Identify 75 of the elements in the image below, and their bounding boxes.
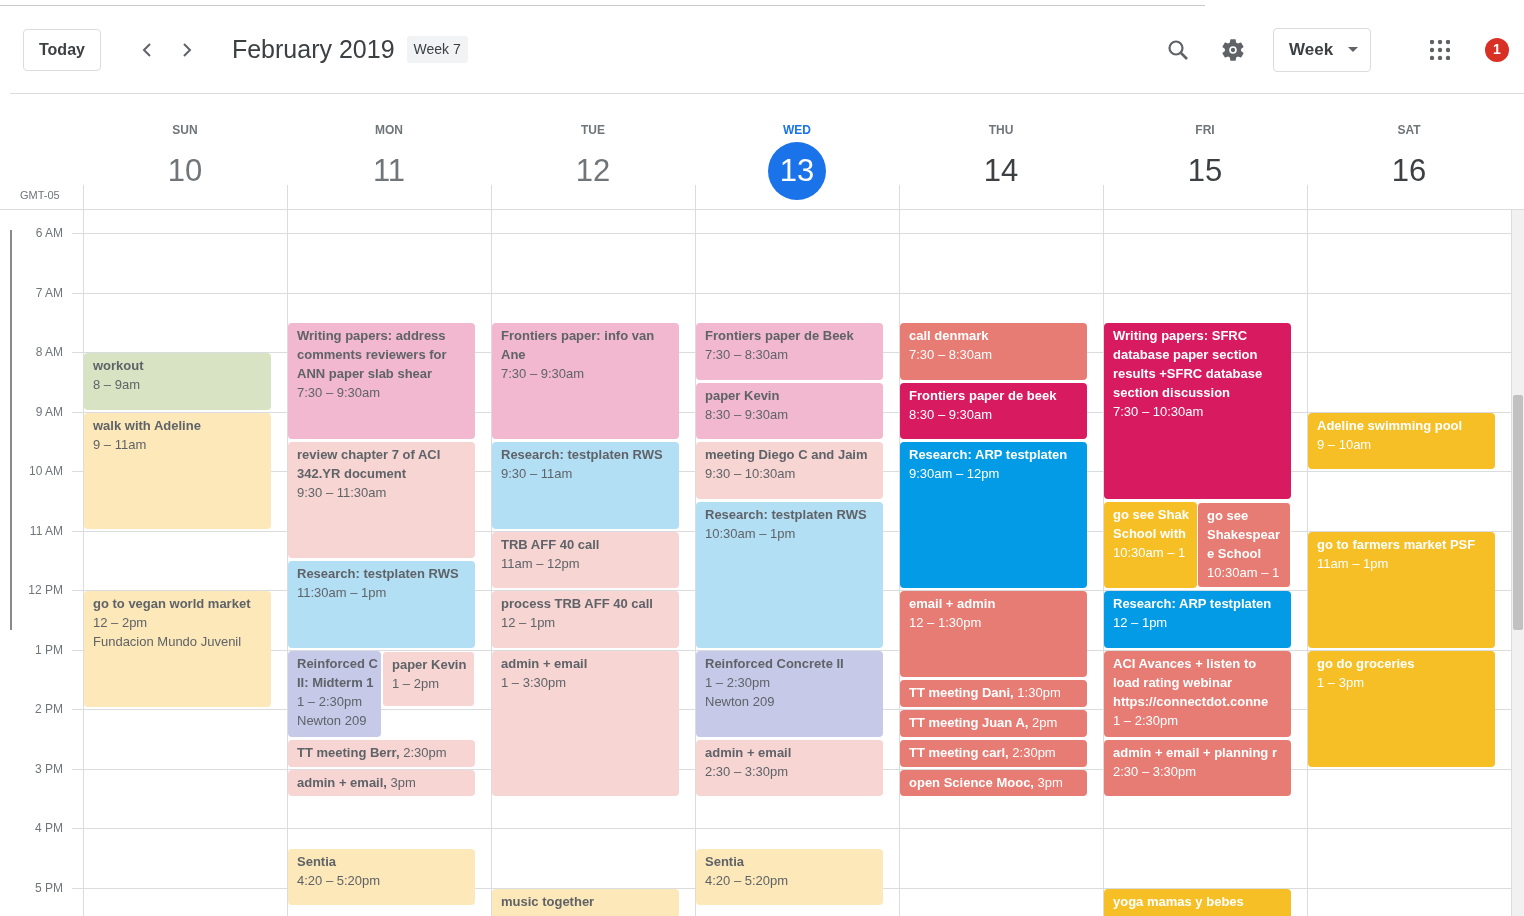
calendar-event[interactable]: paper Kevin 1 – 2pm [382, 650, 475, 707]
month-title: February 2019 [231, 33, 395, 65]
hour-label: 11 AM [29, 522, 63, 539]
weekday-label: TUE [581, 122, 605, 139]
calendar-event[interactable]: open Science Mooc, 3pm [900, 769, 1087, 797]
calendar-event[interactable]: admin + email, 3pm [288, 769, 475, 797]
calendar-event[interactable]: go see Shakespear e School 10:30am – 1 [1197, 501, 1291, 588]
hour-label: 5 PM [35, 879, 63, 896]
calendar-event[interactable]: Reinforced C II: Midterm 1 1 – 2:30pm Newton 209 [288, 650, 381, 737]
calendar-event[interactable]: admin + email + planning r 2:30 – 3:30pm [1104, 739, 1291, 797]
view-selector[interactable]: Week [1273, 27, 1371, 72]
calendar-event[interactable]: Frontiers paper de beek 8:30 – 9:30am [900, 382, 1087, 440]
hour-label: 6 AM [35, 225, 63, 241]
calendar-event[interactable]: Research: testplaten RWS 11:30am – 1pm [288, 561, 475, 648]
chevron-left-icon [141, 41, 152, 58]
day-number[interactable]: 15 [1176, 142, 1234, 200]
calendar-event[interactable]: email + admin 12 – 1:30pm [900, 591, 1087, 678]
calendar-event[interactable]: call denmark 7:30 – 8:30am [900, 323, 1087, 380]
weekday-label: MON [375, 122, 403, 139]
calendar-event[interactable]: workout 8 – 9am [84, 353, 271, 410]
hour-label: 7 AM [35, 284, 63, 301]
day-number[interactable]: 10 [156, 142, 214, 200]
calendar-event[interactable]: ACI Avances + listen to load rating webinar https://connectdot.conne 1 – 2:30pm [1104, 650, 1291, 737]
settings-icon [1220, 36, 1246, 63]
weekday-label: SUN [172, 122, 198, 139]
timezone-label: GMT-05 [20, 187, 61, 203]
day-number[interactable]: 13 [768, 142, 826, 200]
calendar-event[interactable]: Research: ARP testplaten 9:30am – 12pm [900, 442, 1087, 588]
calendar-event[interactable]: admin + email 2:30 – 3:30pm [696, 739, 883, 797]
hour-label: 8 AM [35, 344, 63, 360]
calendar-event[interactable]: Frontiers paper: info van Ane 7:30 – 9:30am [492, 323, 679, 440]
week-number-badge: Week 7 [406, 36, 468, 63]
day-number[interactable]: 11 [360, 142, 418, 200]
hour-label: 10 AM [28, 463, 63, 479]
calendar-event[interactable]: meeting Diego C and Jaim 9:30 – 10:30am [696, 442, 883, 499]
calendar-event[interactable]: process TRB AFF 40 call 12 – 1pm [492, 591, 679, 648]
calendar-event[interactable]: Sentia 4:20 – 5:20pm [696, 848, 883, 906]
hour-label: 12 PM [28, 582, 63, 598]
weekday-label: SAT [1397, 122, 1421, 139]
calendar-event[interactable]: TT meeting Dani, 1:30pm [900, 680, 1087, 707]
chevron-right-icon [181, 41, 192, 58]
hour-label: 9 AM [35, 403, 63, 420]
calendar-event[interactable]: admin + email 1 – 3:30pm [492, 650, 679, 797]
calendar-event[interactable]: Research: testplaten RWS 9:30 – 11am [492, 442, 679, 529]
calendar-event[interactable]: TT meeting carl, 2:30pm [900, 739, 1087, 767]
calendar-event[interactable]: music together [492, 888, 679, 916]
calendar-event[interactable]: go to vegan world market 12 – 2pm Fundacion Mundo Juvenil [84, 591, 271, 707]
day-number[interactable]: 14 [972, 142, 1030, 200]
weekday-label: FRI [1195, 122, 1215, 139]
hour-label: 3 PM [35, 760, 63, 777]
hour-label: 1 PM [35, 641, 63, 658]
calendar-event[interactable]: Research: testplaten RWS 10:30am – 1pm [696, 501, 883, 648]
calendar-event[interactable]: TRB AFF 40 call 11am – 12pm [492, 531, 679, 588]
notification-badge[interactable]: 1 [1485, 37, 1509, 62]
weekday-label: THU [988, 122, 1014, 139]
calendar-event[interactable]: Research: ARP testplaten 12 – 1pm [1104, 591, 1291, 648]
calendar-event[interactable]: review chapter 7 of ACI 342.YR document 9:30 – 11:30am [288, 442, 475, 559]
calendar-event[interactable]: Writing papers: SFRC database paper section results +SFRC database section discussion 7:30 – 10:30am [1104, 323, 1291, 499]
dropdown-caret-icon [1348, 47, 1358, 52]
search-icon [1166, 37, 1190, 62]
calendar-event[interactable]: walk with Adeline 9 – 11am [84, 412, 271, 529]
day-number[interactable]: 12 [564, 142, 622, 200]
hour-label: 4 PM [35, 820, 63, 836]
apps-grid-icon [1430, 39, 1450, 60]
calendar-event[interactable]: Writing papers: address comments reviewers for ANN paper slab shear 7:30 – 9:30am [288, 323, 475, 440]
calendar-event[interactable]: TT meeting Berr, 2:30pm [288, 739, 475, 767]
calendar-event[interactable]: Sentia 4:20 – 5:20pm [288, 848, 475, 906]
calendar-event[interactable]: Reinforced Concrete II 1 – 2:30pm Newton 209 [696, 650, 883, 737]
calendar-event[interactable]: paper Kevin 8:30 – 9:30am [696, 382, 883, 440]
day-number[interactable]: 16 [1380, 142, 1438, 200]
weekday-label: WED [783, 122, 811, 139]
calendar-event[interactable]: Frontiers paper de Beek 7:30 – 8:30am [696, 323, 883, 380]
today-button[interactable]: Today [23, 28, 101, 71]
hour-label: 2 PM [35, 701, 63, 717]
calendar-event[interactable]: TT meeting Juan A, 2pm [900, 710, 1087, 737]
